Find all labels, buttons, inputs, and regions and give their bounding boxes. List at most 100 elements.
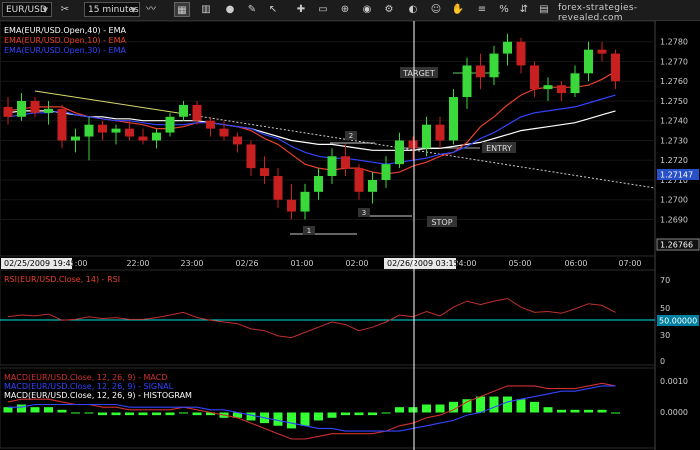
- macd-hist-bar: [354, 412, 364, 416]
- candle: [71, 128, 80, 153]
- rsi-series: [7, 297, 616, 339]
- macd-hist-bar: [557, 409, 566, 413]
- macd-hist-bar: [165, 412, 175, 416]
- candle-body: [192, 104, 202, 121]
- candle: [152, 128, 161, 149]
- candle-body: [516, 41, 526, 66]
- candle: [233, 132, 242, 153]
- macd-hist-bar: [570, 409, 580, 413]
- candle: [57, 104, 67, 149]
- rsi-tick: 50: [660, 304, 670, 313]
- price-tick: 1.2760: [660, 77, 688, 86]
- macd-hist-bar: [98, 412, 107, 416]
- candle: [111, 124, 121, 145]
- rsi-tick: 70: [660, 276, 670, 285]
- rsi-tick: 0: [660, 357, 665, 366]
- candle: [179, 100, 188, 121]
- candle: [530, 61, 539, 98]
- candle-body: [98, 124, 107, 133]
- time-tick: 23:00: [180, 259, 203, 268]
- time-tick: 05:00: [508, 259, 531, 268]
- macd-hist-bar: [84, 412, 94, 414]
- current-price: 1.27147: [660, 171, 693, 180]
- macd-tick: 0.0010: [660, 377, 688, 386]
- price-y-axis: 1.26901.27001.27101.27201.27301.27401.27…: [660, 38, 688, 225]
- macd-hist-bar: [287, 412, 296, 429]
- candle: [84, 116, 94, 161]
- candle: [395, 132, 404, 169]
- candle-body: [543, 85, 553, 90]
- time-tick: 07:00: [618, 259, 641, 268]
- macd-hist-bar: [179, 412, 188, 414]
- candle: [354, 164, 364, 200]
- chart-area[interactable]: 1.26901.27001.27101.27201.27301.27401.27…: [0, 0, 700, 450]
- bottom-price: 1.26766: [660, 241, 693, 250]
- candle-body: [84, 124, 94, 137]
- target-label: TARGET: [402, 69, 435, 78]
- macd-tick: 0.0000: [660, 408, 688, 417]
- macd-hist-bar: [30, 407, 40, 413]
- macd-hist-bar: [125, 412, 134, 416]
- macd-signal-title: MACD(EUR/USD.Close, 12, 26, 9) - SIGNAL: [4, 382, 174, 391]
- macd-hist-bar: [584, 409, 593, 413]
- candle-body: [611, 53, 620, 82]
- candle: [287, 183, 296, 220]
- candle: [368, 172, 377, 204]
- macd-hist-bar: [300, 412, 310, 426]
- candle-body: [111, 128, 121, 133]
- candle-body: [165, 116, 175, 133]
- macd-hist-bar: [516, 399, 526, 413]
- macd-hist-bar: [368, 412, 377, 416]
- macd-hist-bar: [530, 401, 539, 413]
- time-axis: 21:00 22:00 23:00 02/26 01:00 02:00 04:0…: [64, 259, 641, 268]
- candle: [611, 49, 620, 90]
- legend-ema40: EMA(EUR/USD.Open,40) - EMA: [4, 26, 126, 35]
- macd-hist-bar: [408, 407, 418, 413]
- macd-hist-bar: [543, 407, 553, 413]
- candle-body: [395, 140, 404, 165]
- macd-histogram: [3, 396, 620, 429]
- time-tick: 01:00: [290, 259, 313, 268]
- candle-body: [476, 65, 485, 78]
- price-tick: 1.2750: [660, 97, 688, 106]
- macd-hist-bar: [341, 412, 350, 416]
- macd-hist-bar: [57, 409, 67, 413]
- macd-hist-bar: [314, 412, 323, 421]
- legend-ema10: EMA(EUR/USD.Open,10) - EMA: [4, 36, 126, 45]
- candle: [476, 53, 485, 90]
- candle: [98, 120, 107, 141]
- candle: [597, 41, 607, 62]
- label-3: 3: [362, 209, 366, 217]
- rsi-title: RSI(EUR/USD.Close, 14) - RSI: [4, 275, 120, 284]
- candle-body: [219, 128, 229, 137]
- candle-body: [260, 168, 269, 177]
- candle-body: [570, 73, 580, 94]
- candle-body: [449, 97, 458, 141]
- candle: [314, 168, 323, 200]
- price-tick: 1.2770: [660, 57, 688, 66]
- candle: [246, 140, 256, 177]
- candle: [206, 116, 215, 137]
- rsi-line: [7, 297, 616, 339]
- candle-body: [206, 120, 215, 129]
- candle-body: [71, 136, 80, 141]
- candle: [516, 37, 526, 74]
- macd-hist-bar: [476, 396, 485, 413]
- price-panel-border: [0, 20, 656, 257]
- candle: [449, 89, 458, 145]
- stop-label: STOP: [431, 218, 452, 227]
- candle-body: [3, 106, 13, 117]
- label-1: 1: [307, 227, 311, 235]
- candle: [381, 156, 391, 188]
- candle-body: [246, 144, 256, 169]
- candle-body: [44, 108, 53, 113]
- candle-body: [314, 176, 323, 192]
- macd-hist-title: MACD(EUR/USD.Close, 12, 26, 9) - HISTOGR…: [4, 391, 192, 400]
- rsi-tick: 30: [660, 331, 670, 340]
- candle: [300, 183, 310, 220]
- macd-hist-bar: [138, 412, 148, 416]
- price-tick: 1.2730: [660, 136, 688, 145]
- candle: [138, 128, 148, 145]
- candle-body: [17, 100, 26, 117]
- candle: [557, 81, 566, 101]
